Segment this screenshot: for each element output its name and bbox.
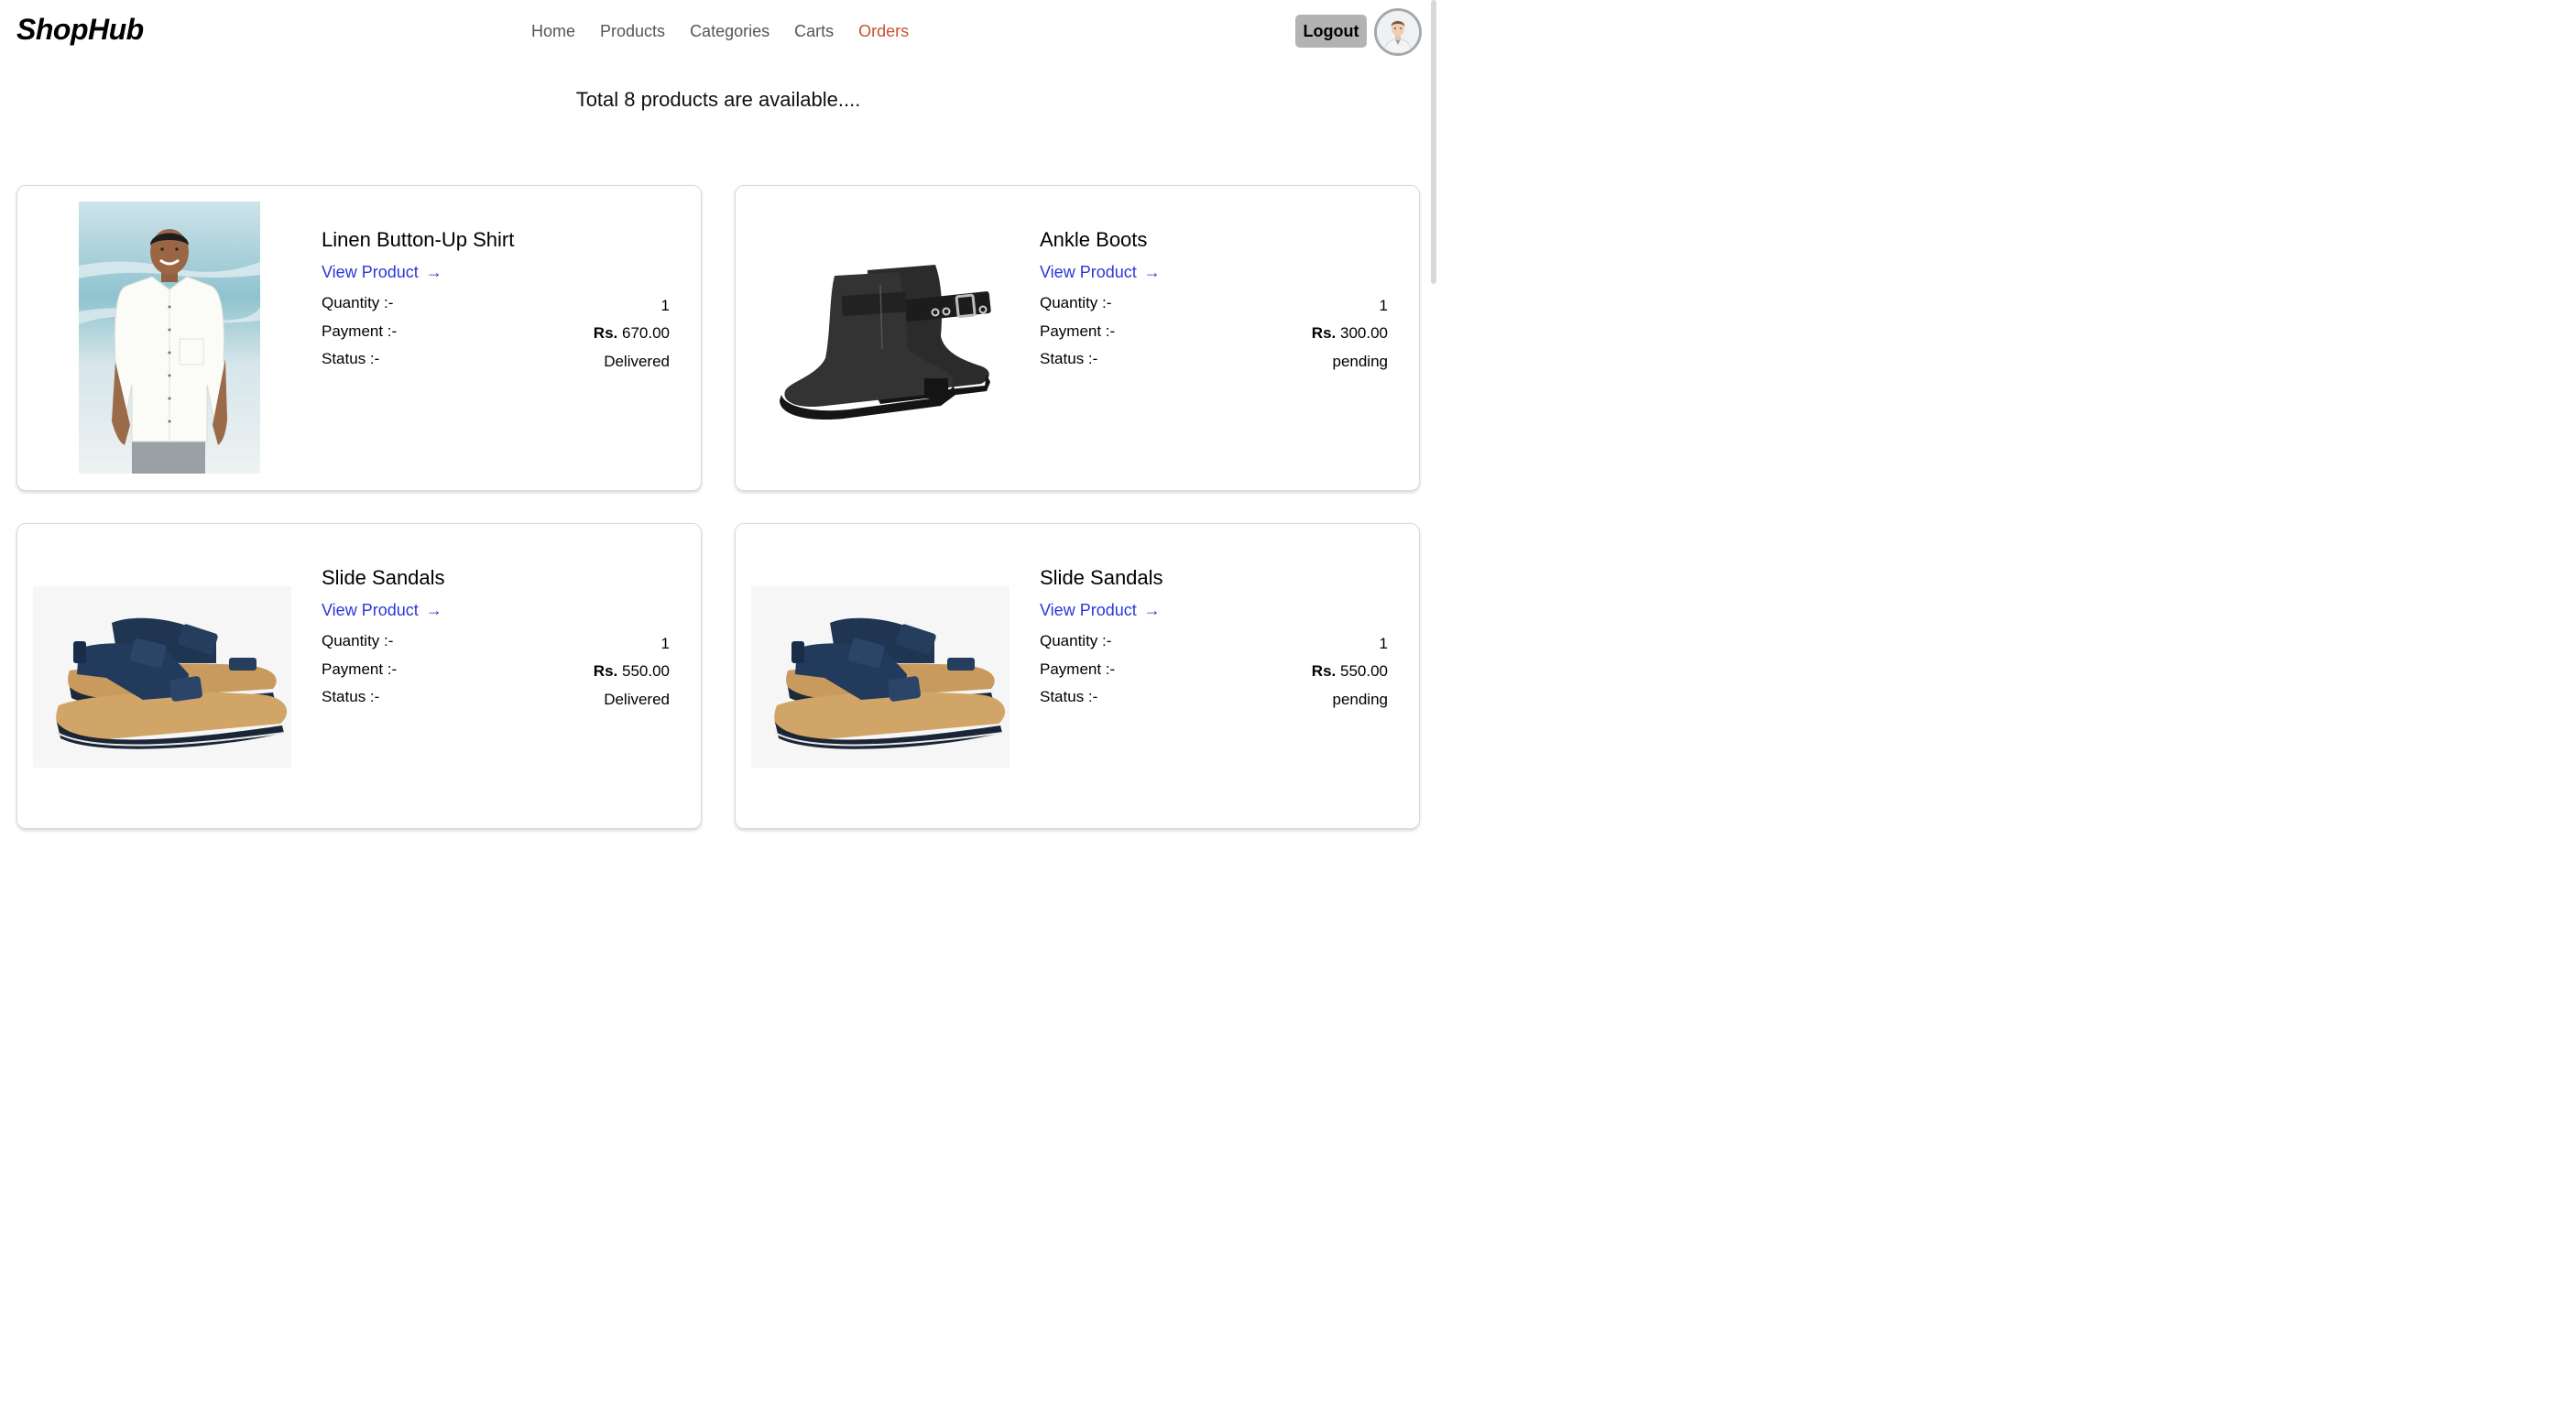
quantity-value: 1 [660,297,670,314]
currency-label: Rs. [593,662,618,680]
status-label: Status :- [1040,350,1098,367]
payment-value: 670.00 [622,324,670,342]
status-value: Delivered [604,353,670,370]
status-value: pending [1332,691,1388,708]
status-label: Status :- [322,350,380,367]
payment-label: Payment :- [1040,660,1116,678]
status-value: pending [1332,353,1388,370]
product-image-sandals[interactable] [33,586,291,768]
order-card: Linen Button-Up Shirt View Product → Quan… [16,185,702,491]
arrow-right-icon: → [425,263,442,281]
page-heading: Total 8 products are available.... [575,88,861,111]
arrow-right-icon: → [1143,263,1161,281]
order-card: Slide Sandals View Product → Quantity :- … [16,523,702,829]
payment-value: 300.00 [1340,324,1388,342]
quantity-value: 1 [1379,297,1388,314]
user-avatar-image [1377,11,1419,53]
nav-link-categories[interactable]: Categories [690,22,770,41]
payment-value: 550.00 [1340,662,1388,680]
view-product-link[interactable]: View Product → [322,601,442,620]
product-image-boots[interactable] [761,257,999,433]
arrow-right-icon: → [1143,601,1161,619]
quantity-label: Quantity :- [322,632,394,649]
user-avatar[interactable] [1374,8,1422,56]
brand-logo[interactable]: ShopHub [16,13,144,47]
order-card: Ankle Boots View Product → Quantity :- 1 … [735,185,1420,491]
status-label: Status :- [322,688,380,705]
payment-value: 550.00 [622,662,670,680]
page-scrollbar[interactable] [1431,0,1436,284]
payment-label: Payment :- [1040,322,1116,340]
view-product-link[interactable]: View Product → [322,263,442,282]
product-title: Ankle Boots [1040,228,1148,251]
quantity-value: 1 [660,635,670,652]
view-product-label: View Product [1040,263,1137,281]
sandals-photo [33,586,291,768]
product-image-shirt[interactable] [79,202,260,474]
top-navbar: ShopHub Home Products Categories Carts O… [0,0,1436,66]
main-nav: Home Products Categories Carts Orders [531,22,909,41]
sandals-photo [751,586,1010,768]
arrow-right-icon: → [425,601,442,619]
product-title: Linen Button-Up Shirt [322,228,515,251]
nav-link-orders[interactable]: Orders [858,22,909,41]
logout-button[interactable]: Logout [1295,15,1367,48]
product-title: Slide Sandals [1040,566,1163,589]
quantity-label: Quantity :- [1040,632,1112,649]
view-product-label: View Product [322,601,419,619]
shirt-photo [79,202,260,474]
quantity-label: Quantity :- [322,294,394,311]
nav-link-home[interactable]: Home [531,22,575,41]
payment-label: Payment :- [322,660,398,678]
boots-photo [761,257,999,433]
nav-link-carts[interactable]: Carts [794,22,834,41]
payment-label: Payment :- [322,322,398,340]
quantity-value: 1 [1379,635,1388,652]
nav-link-products[interactable]: Products [600,22,665,41]
status-label: Status :- [1040,688,1098,705]
view-product-link[interactable]: View Product → [1040,263,1161,282]
currency-label: Rs. [1311,662,1337,680]
order-card: Slide Sandals View Product → Quantity :- … [735,523,1420,829]
currency-label: Rs. [593,324,618,342]
view-product-label: View Product [322,263,419,281]
status-value: Delivered [604,691,670,708]
view-product-label: View Product [1040,601,1137,619]
product-image-sandals[interactable] [751,586,1010,768]
view-product-link[interactable]: View Product → [1040,601,1161,620]
quantity-label: Quantity :- [1040,294,1112,311]
currency-label: Rs. [1311,324,1337,342]
product-title: Slide Sandals [322,566,445,589]
